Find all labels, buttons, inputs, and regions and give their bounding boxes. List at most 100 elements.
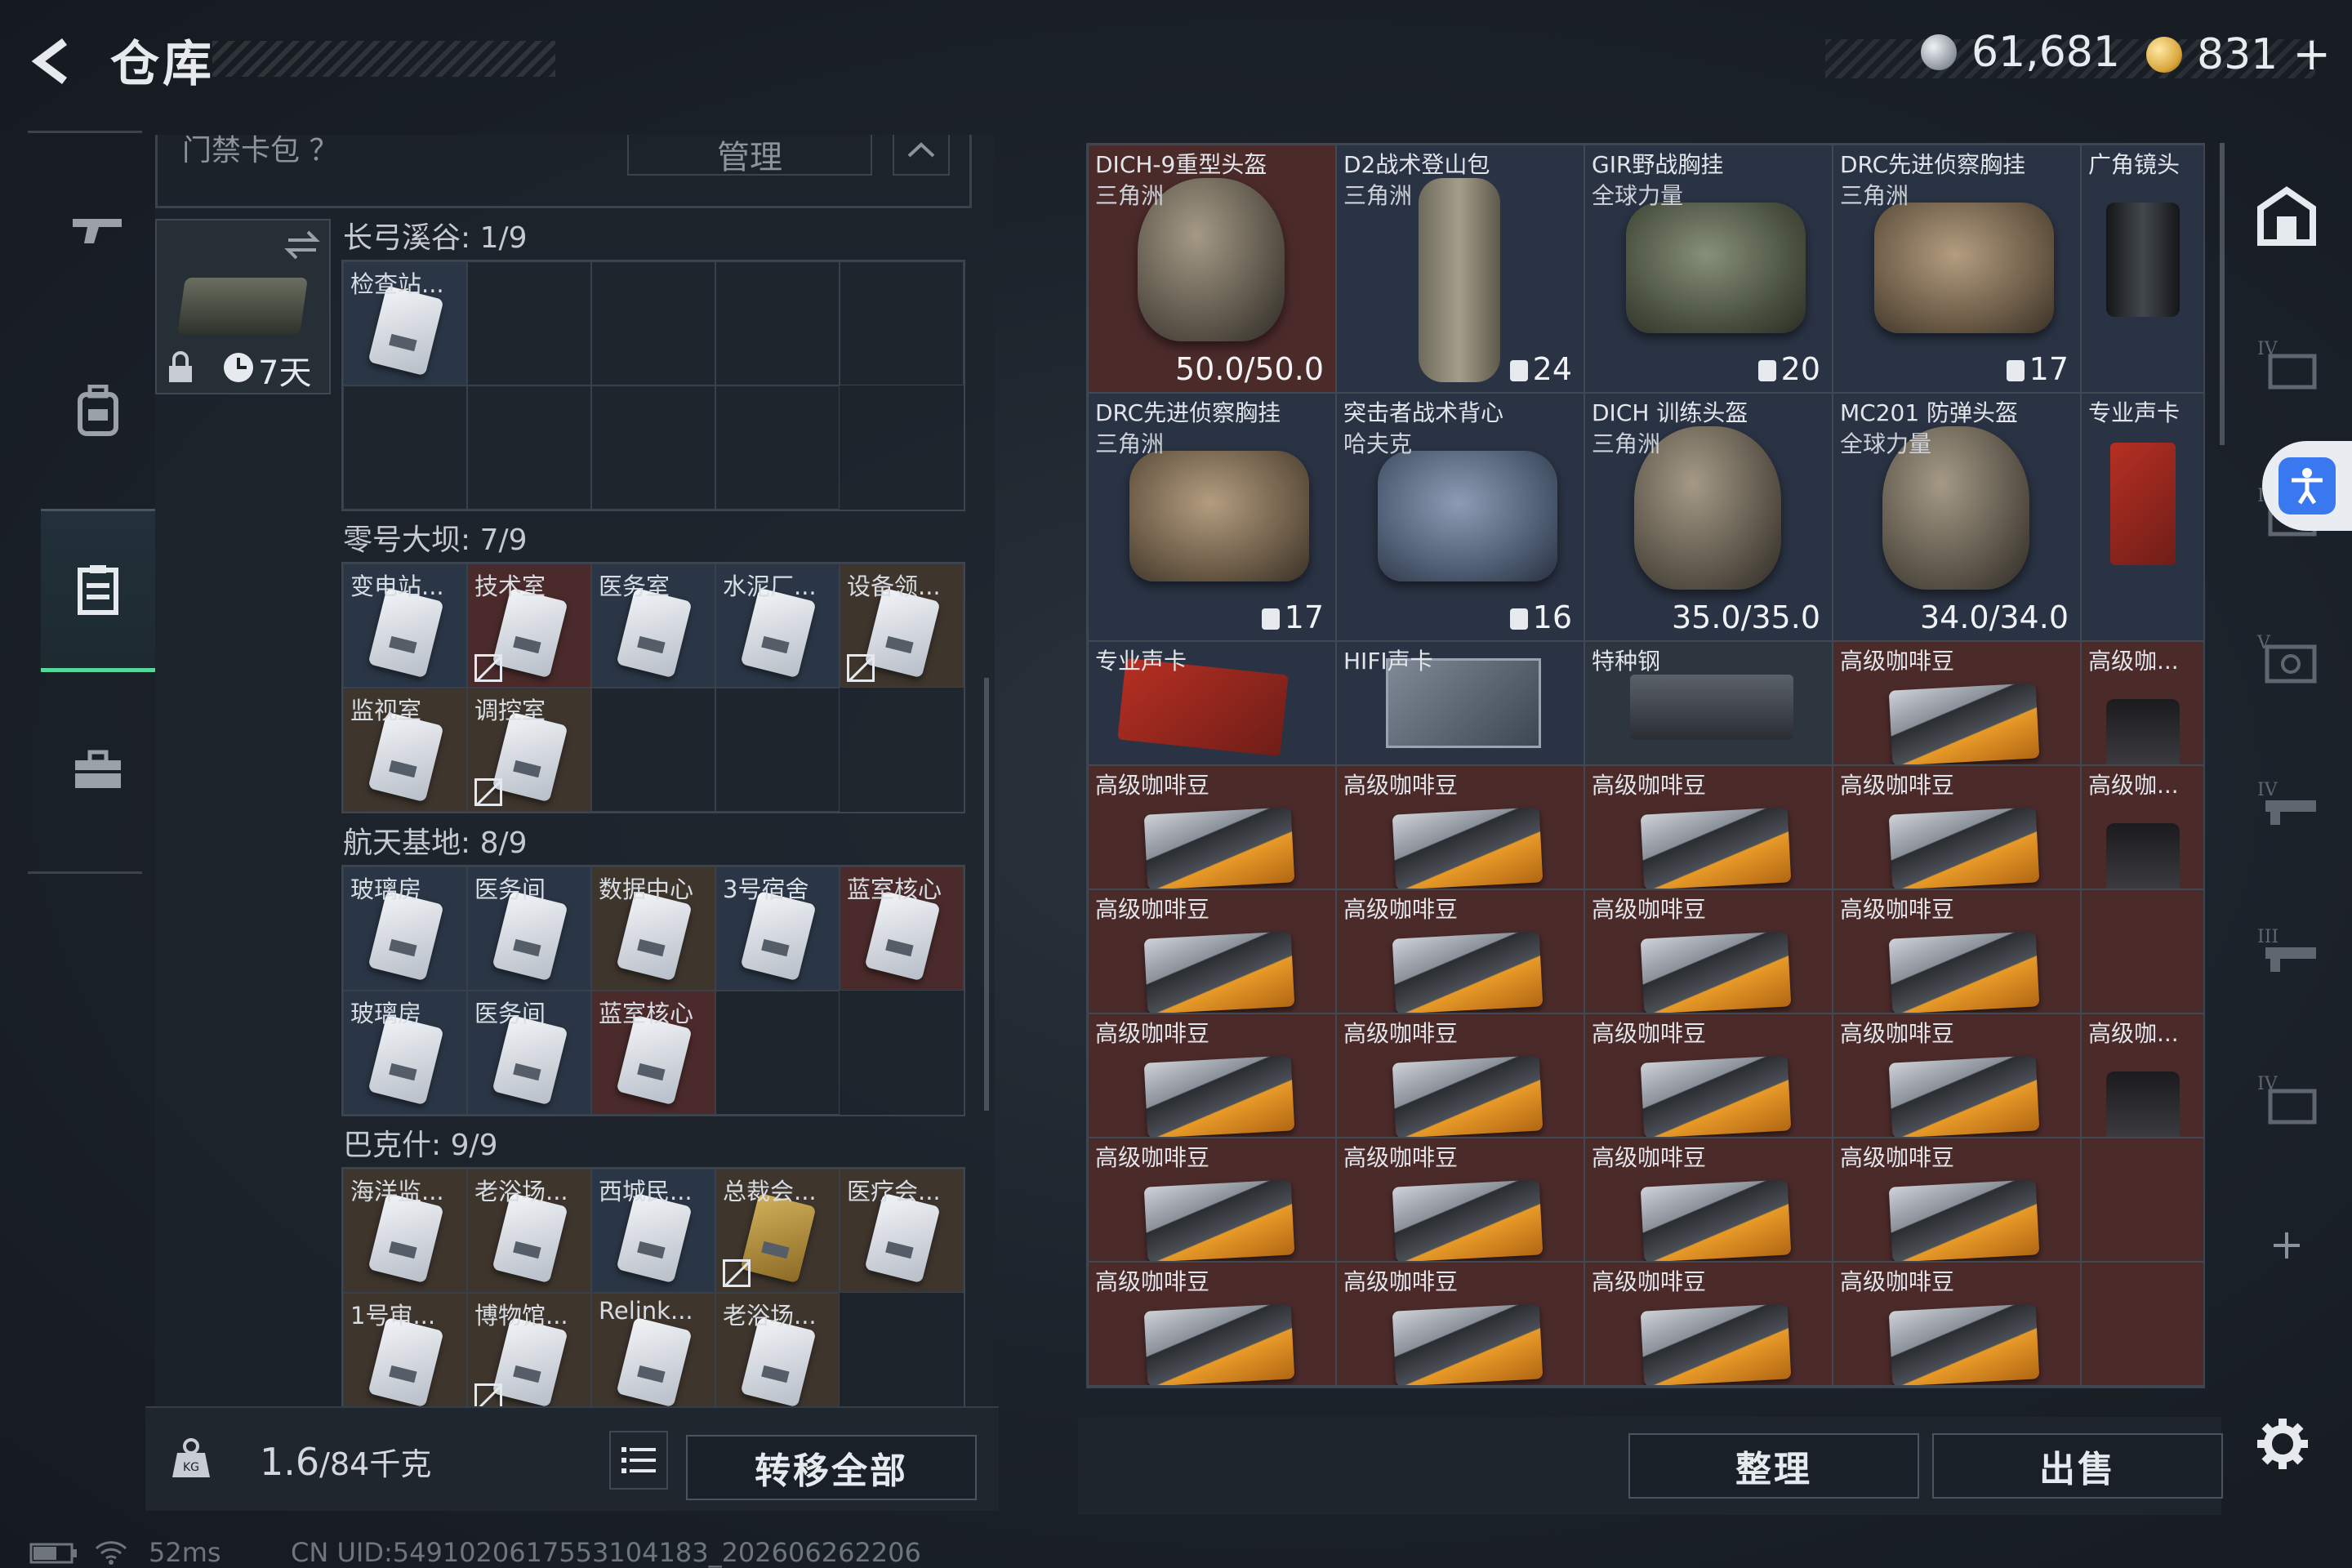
keycard-grid: 海洋监... 老浴场... 西城民... 总裁会... 医疗会... 1号审... 博物馆.… [341, 1167, 965, 1419]
item-slot[interactable]: 高级咖啡豆 [1336, 889, 1584, 1013]
swap-icon[interactable] [283, 229, 321, 261]
keycard-slot[interactable]: 总裁会... [715, 1169, 840, 1293]
item-slot[interactable]: MC201 防弹头盔 全球力量 34.0/34.0 [1833, 393, 2081, 641]
item-slot-continued[interactable] [2081, 1138, 2203, 1262]
item-slot[interactable]: 盒装挂耳咖啡 [1336, 1386, 1584, 1387]
item-slot[interactable]: 高级咖啡豆 [1088, 765, 1336, 889]
item-slot[interactable]: DICH 训练头盔 三角洲 35.0/35.0 [1584, 393, 1833, 641]
item-slot[interactable]: 高级咖啡豆 [1833, 1138, 2081, 1262]
keycard-slot[interactable]: 医务间 [467, 866, 591, 991]
item-slot[interactable]: 哈夫克档案 [1833, 1386, 2081, 1387]
keycard-slot[interactable]: 蓝室核心 [591, 991, 715, 1115]
item-slot[interactable]: 专业声卡 [1088, 641, 1336, 765]
add-storage-button[interactable] [2246, 1205, 2328, 1286]
nav-weapons[interactable] [41, 149, 155, 313]
keycard-slot[interactable]: 检查站... [343, 261, 467, 385]
item-slot[interactable]: DRC先进侦察胸挂 三角洲 17 [1833, 145, 2081, 393]
keycard-slot[interactable]: 老浴场... [467, 1169, 591, 1293]
right-scrollbar[interactable] [2220, 143, 2225, 445]
item-slot[interactable]: 特种钢 [1584, 641, 1833, 765]
item-slot[interactable]: GIR野战胸挂 全球力量 20 [1584, 145, 1833, 393]
item-slot-continued[interactable] [2081, 889, 2203, 1013]
keycard-slot[interactable]: 西城民... [591, 1169, 715, 1293]
keycard-slot[interactable]: 博物馆... [467, 1293, 591, 1417]
keycard-slot[interactable]: 水泥厂... [715, 564, 840, 688]
keycard-slot[interactable]: 医疗会... [840, 1169, 964, 1293]
back-button[interactable] [24, 33, 82, 90]
item-slot[interactable]: 高级咖啡豆 [1584, 1262, 1833, 1386]
keycard-slot[interactable]: 海洋监... [343, 1169, 467, 1293]
keycard-slot[interactable]: 医务室 [591, 564, 715, 688]
keycard-slot[interactable]: 3号宿舍 [715, 866, 840, 991]
keycard-slot[interactable]: 变电站... [343, 564, 467, 688]
item-slot[interactable]: D2战术登山包 三角洲 24 [1336, 145, 1584, 393]
accessibility-button[interactable] [2262, 441, 2352, 531]
item-slot[interactable]: 高级咖啡豆 [1336, 1138, 1584, 1262]
item-slot[interactable]: 高级咖啡豆 [1088, 889, 1336, 1013]
keycard-slot[interactable]: 玻璃房 [343, 991, 467, 1115]
item-slot[interactable]: DICH-9重型头盔 三角洲 50.0/50.0 [1088, 145, 1336, 393]
item-slot[interactable]: 香槟 [1088, 1386, 1336, 1387]
keycard-slot[interactable]: 1号审... [343, 1293, 467, 1417]
gold-currency[interactable]: 831 + [2146, 28, 2331, 81]
item-slot-tall[interactable]: 高级咖... [2081, 1013, 2203, 1138]
add-gold-button[interactable]: + [2292, 28, 2331, 81]
collapse-button[interactable] [893, 135, 950, 176]
empty-slot [467, 261, 591, 385]
storage-tab-3[interactable]: III [2246, 911, 2328, 992]
tidy-button[interactable]: 整理 [1628, 1433, 1919, 1499]
keycard-slot[interactable]: 数据中心 [591, 866, 715, 991]
weight-lock-button[interactable]: KG [158, 1426, 224, 1491]
keycard-slot[interactable]: 设备领... [840, 564, 964, 688]
item-slot[interactable]: 广角镜头 [2081, 145, 2203, 393]
item-slot[interactable]: 高级咖啡豆 [1336, 1013, 1584, 1138]
keycard-case[interactable]: 7天 [155, 219, 331, 394]
storage-tab-5[interactable]: V [2246, 617, 2328, 698]
item-slot[interactable]: HIFI声卡 [1336, 641, 1584, 765]
item-slot[interactable]: 高级咖啡豆 [1336, 765, 1584, 889]
item-slot[interactable]: 盒装挂耳咖啡 [1584, 1386, 1833, 1387]
item-slot[interactable]: DRC先进侦察胸挂 三角洲 17 [1088, 393, 1336, 641]
settings-button[interactable] [2250, 1411, 2315, 1477]
item-slot-tall[interactable]: 高级咖... [2081, 641, 2203, 765]
sell-button[interactable]: 出售 [1932, 1433, 2223, 1499]
item-slot[interactable]: 突击者战术背心 哈夫克 16 [1336, 393, 1584, 641]
keycard-slot[interactable]: 玻璃房 [343, 866, 467, 991]
item-slot[interactable]: 高级咖啡豆 [1833, 889, 2081, 1013]
item-slot-continued[interactable] [2081, 1262, 2203, 1386]
item-slot[interactable]: 高级咖啡豆 [1833, 765, 2081, 889]
vest-capacity-icon [1509, 608, 1528, 630]
keycard-slot[interactable]: Relink... [591, 1293, 715, 1417]
transfer-all-button[interactable]: 转移全部 [686, 1435, 977, 1500]
item-slot-tall[interactable]: 高级咖... [2081, 765, 2203, 889]
keycard-slot[interactable]: 调控室 [467, 688, 591, 812]
keycard-slot[interactable]: 监视室 [343, 688, 467, 812]
item-slot[interactable]: 高级咖啡豆 [1584, 889, 1833, 1013]
item-slot[interactable]: 高级咖啡豆 [1088, 1262, 1336, 1386]
item-slot[interactable]: 专业声卡 [2081, 393, 2203, 641]
item-slot[interactable]: 高级咖啡豆 [1584, 1138, 1833, 1262]
keycard-slot[interactable]: 技术室 [467, 564, 591, 688]
storage-tab-4c[interactable]: IV [2246, 764, 2328, 845]
manage-button[interactable]: 管理 [627, 135, 872, 176]
nav-toolbox[interactable] [41, 688, 155, 852]
item-slot[interactable]: 高级咖啡豆 [1833, 641, 2081, 765]
nav-warehouse[interactable] [41, 509, 155, 672]
item-slot[interactable]: 高级咖啡豆 [1584, 1013, 1833, 1138]
item-slot[interactable]: 高级咖啡豆 [1833, 1262, 2081, 1386]
storage-tab-4a[interactable]: IV [2246, 323, 2328, 404]
item-slot[interactable]: 高级咖啡豆 [1336, 1262, 1584, 1386]
item-slot[interactable]: 高级咖啡豆 [1833, 1013, 2081, 1138]
item-slot[interactable]: 高级咖啡豆 [1088, 1013, 1336, 1138]
item-slot[interactable]: 哈夫克... [2081, 1386, 2203, 1387]
left-scrollbar[interactable] [984, 678, 989, 1111]
keycard-slot[interactable]: 医务间 [467, 991, 591, 1115]
nav-equipment[interactable] [41, 329, 155, 492]
item-slot[interactable]: 高级咖啡豆 [1088, 1138, 1336, 1262]
storage-tab-4d[interactable]: IV [2246, 1058, 2328, 1139]
keycard-slot[interactable]: 老浴场... [715, 1293, 840, 1417]
keycard-slot[interactable]: 蓝室核心 [840, 866, 964, 991]
list-view-button[interactable] [609, 1431, 668, 1490]
warehouse-all-tab[interactable] [2246, 176, 2328, 257]
item-slot[interactable]: 高级咖啡豆 [1584, 765, 1833, 889]
